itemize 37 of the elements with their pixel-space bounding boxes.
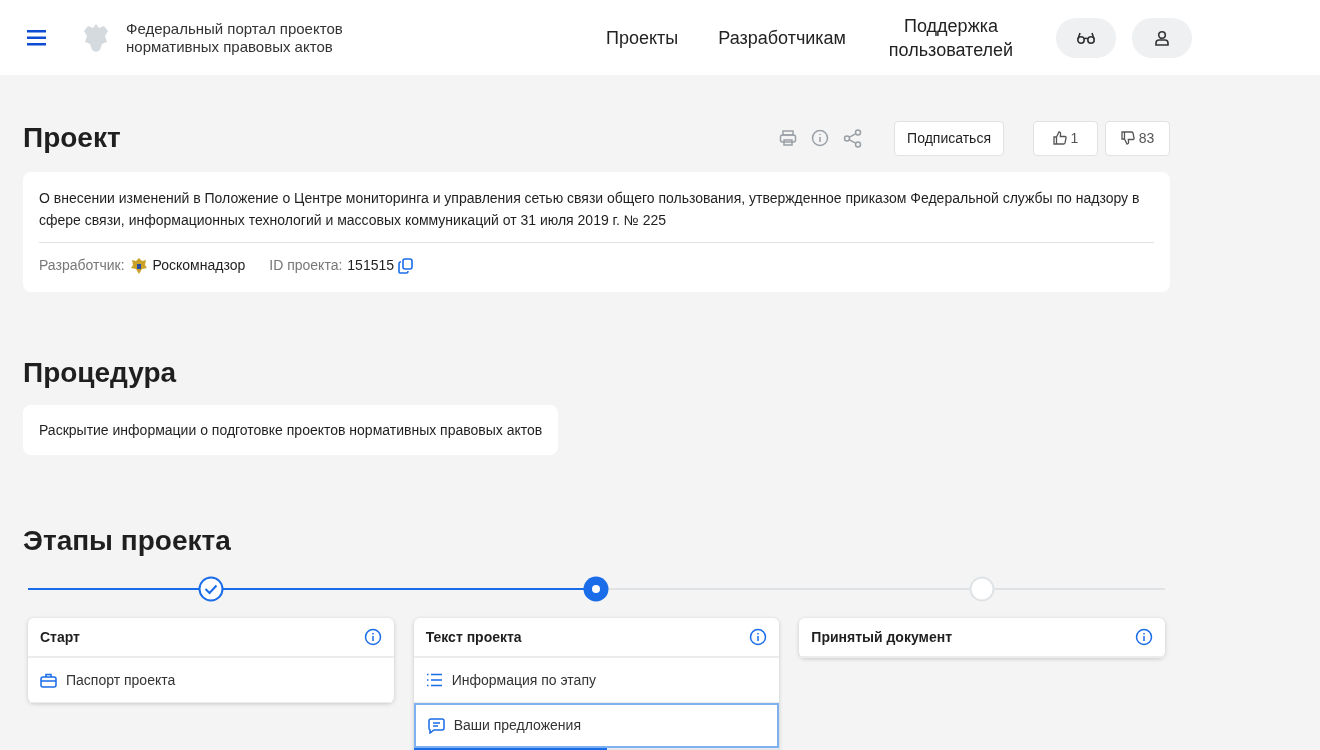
site-title[interactable]: Федеральный портал проектов нормативных правовых актов bbox=[126, 19, 376, 56]
briefcase-icon bbox=[40, 672, 57, 688]
thumbs-down-icon bbox=[1120, 131, 1135, 145]
nav-link[interactable]: Проекты bbox=[606, 25, 679, 50]
project-id: 151515 bbox=[347, 256, 395, 275]
like-button[interactable]: 1 bbox=[1033, 120, 1098, 156]
developer-label: Разработчик: bbox=[39, 256, 125, 275]
section-heading: Проект bbox=[23, 121, 121, 155]
copy-icon[interactable] bbox=[398, 257, 414, 274]
subscribe-button[interactable]: Подписаться bbox=[894, 120, 1004, 156]
section-heading: Этапы проекта bbox=[23, 524, 232, 558]
project-id-label: ID проекта: bbox=[269, 256, 343, 275]
info-icon[interactable] bbox=[749, 628, 768, 646]
section-heading: Процедура bbox=[23, 356, 178, 390]
stage-title: Принятый документ bbox=[811, 627, 952, 647]
accessibility-button[interactable] bbox=[1056, 17, 1116, 58]
stage-link[interactable]: Информация по этапу bbox=[413, 658, 780, 703]
profile-button[interactable] bbox=[1132, 17, 1192, 58]
menu-icon[interactable] bbox=[27, 29, 46, 46]
comment-icon bbox=[427, 717, 445, 734]
user-icon bbox=[1155, 29, 1169, 46]
info-icon[interactable] bbox=[1135, 628, 1153, 646]
dislike-button[interactable]: 83 bbox=[1105, 120, 1170, 156]
stage-link[interactable]: Паспорт проекта bbox=[28, 658, 394, 703]
stage-title: Текст проекта bbox=[425, 627, 522, 647]
stage-title: Старт bbox=[40, 627, 80, 647]
thumbs-up-icon bbox=[1052, 131, 1067, 145]
info-icon[interactable] bbox=[363, 628, 382, 646]
project-description: О внесении изменений в Положение о Центре мониторинга и управления сетью связи общего пользования, утвержденное приказом Федеральной службы по надзору в сфере связи, информационных технологий и массовых коммуникаций от 31 июля 2019 г. № 225 bbox=[39, 187, 1154, 243]
list-icon bbox=[425, 673, 443, 687]
procedure-text: Раскрытие информации о подготовке проектов нормативных правовых актов bbox=[39, 421, 543, 440]
glasses-icon bbox=[1076, 31, 1096, 44]
agency-emblem-icon bbox=[129, 256, 148, 275]
nav-link[interactable]: Разработчикам bbox=[718, 25, 846, 50]
stage-link[interactable]: Ваши предложения bbox=[413, 703, 780, 748]
developer-name[interactable]: Роскомнадзор bbox=[152, 255, 246, 276]
nav-link[interactable]: Поддержка пользователей bbox=[886, 13, 1016, 62]
